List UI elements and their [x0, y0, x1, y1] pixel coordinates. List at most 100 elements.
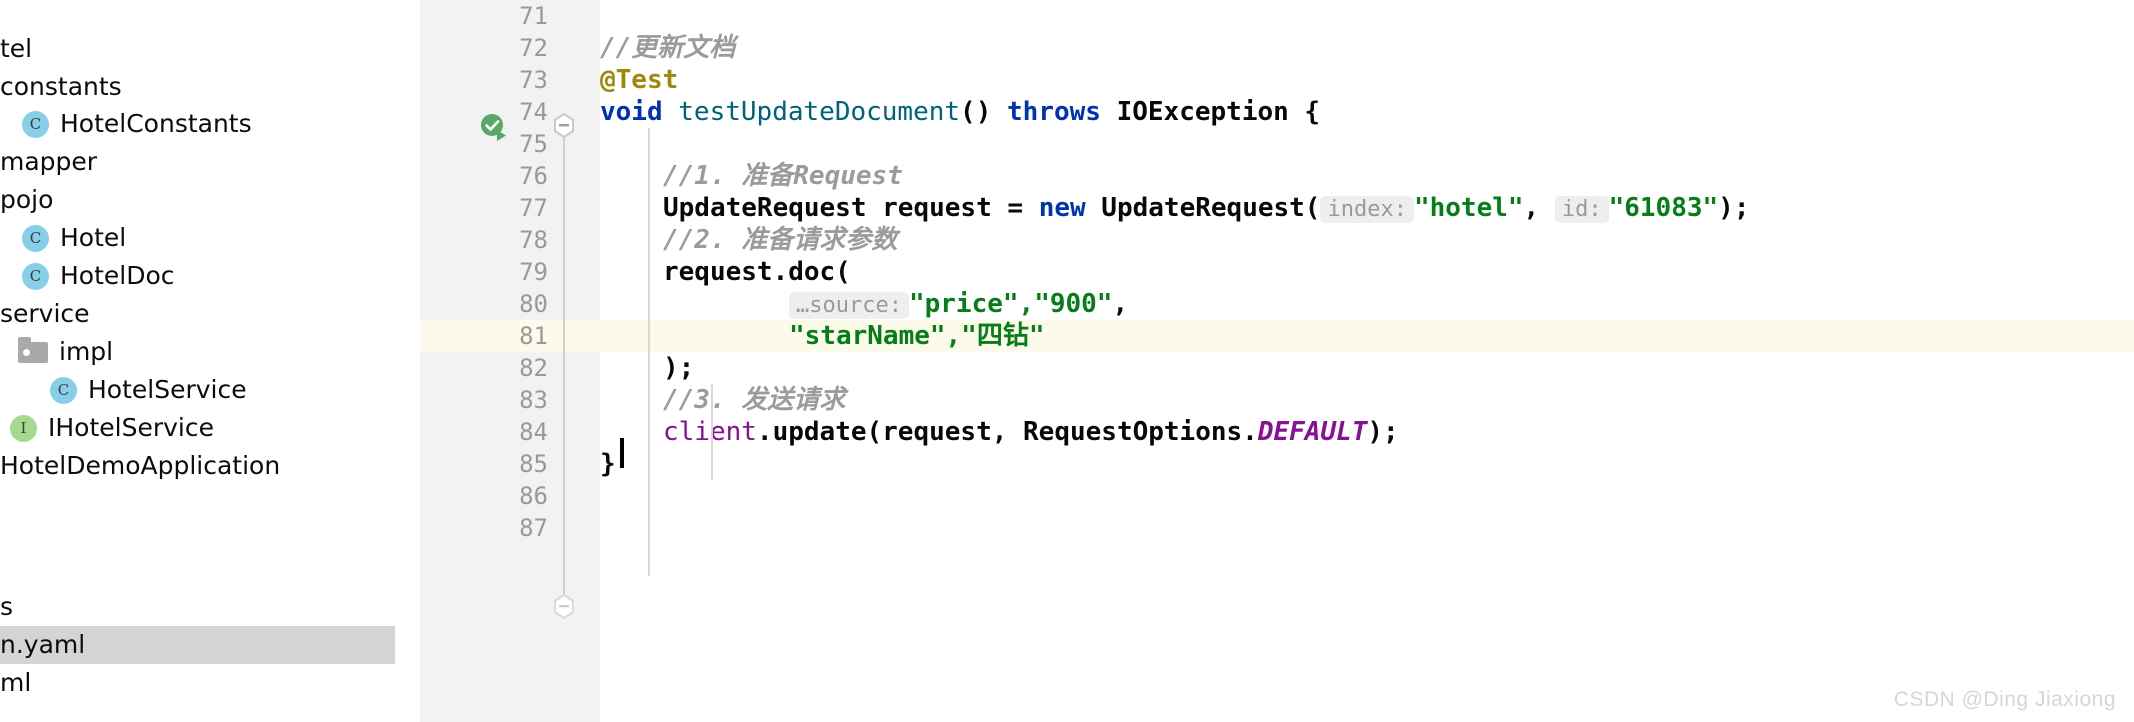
class-icon: C — [22, 262, 49, 290]
line-number[interactable]: 81 — [420, 320, 548, 352]
line-number[interactable]: 80 — [420, 288, 548, 320]
tree-item[interactable]: service — [0, 295, 90, 333]
line-number[interactable]: 87 — [420, 512, 548, 544]
inline-parameter-hint: index: — [1320, 196, 1414, 223]
code-line[interactable]: request.doc( — [600, 256, 851, 288]
tree-item-label: constants — [0, 72, 122, 101]
tree-item[interactable]: constants — [0, 68, 122, 106]
tree-item[interactable]: n.yaml — [0, 626, 395, 664]
code-token: "hotel" — [1413, 193, 1524, 223]
tree-item[interactable]: s — [0, 588, 13, 626]
code-token: } — [600, 449, 616, 479]
inline-parameter-hint: id: — [1554, 196, 1609, 223]
code-line[interactable]: "starName","四钻" — [600, 320, 1045, 352]
line-number[interactable]: 84 — [420, 416, 548, 448]
tree-item-label: IHotelService — [48, 413, 214, 442]
line-number[interactable]: 78 — [420, 224, 548, 256]
run-test-icon[interactable] — [478, 111, 512, 145]
tree-item-label: mapper — [0, 147, 98, 176]
code-token: "starName","四钻" — [789, 321, 1045, 351]
code-token: "price","900" — [908, 289, 1113, 319]
code-line[interactable]: UpdateRequest request = new UpdateReques… — [600, 192, 1749, 226]
code-line[interactable]: //更新文档 — [600, 32, 735, 64]
tree-item[interactable]: C HotelConstants — [0, 105, 252, 143]
line-number[interactable]: 72 — [420, 32, 548, 64]
line-number[interactable]: 71 — [420, 0, 548, 32]
code-line[interactable]: } — [600, 448, 616, 480]
class-icon: C — [22, 224, 49, 252]
tree-item[interactable]: C HotelDoc — [0, 257, 175, 295]
editor-line-band — [420, 512, 2134, 544]
code-token: new — [1038, 193, 1086, 223]
code-token: //更新文档 — [600, 33, 736, 63]
fold-region-line — [563, 118, 565, 598]
tree-item-label: ml — [0, 668, 32, 697]
editor-line-band — [420, 448, 2134, 480]
tree-item[interactable]: ml — [0, 664, 31, 702]
tree-item-label: HotelConstants — [60, 109, 252, 138]
code-token: testUpdateDocument — [678, 97, 961, 127]
code-token: () — [960, 97, 1008, 127]
tree-item-label: HotelDoc — [60, 261, 175, 290]
code-token: ); — [1367, 417, 1399, 447]
code-line[interactable]: @Test — [600, 64, 678, 96]
tree-item-label: HotelService — [88, 375, 247, 404]
code-token: client — [663, 417, 757, 447]
code-line[interactable]: //1. 准备Request — [600, 160, 903, 192]
code-token: , — [1523, 193, 1555, 223]
line-number[interactable]: 76 — [420, 160, 548, 192]
editor-line-band — [420, 480, 2134, 512]
line-number[interactable]: 73 — [420, 64, 548, 96]
code-token: IOException { — [1100, 97, 1321, 127]
tree-item-label: impl — [59, 337, 114, 366]
folder-icon — [18, 336, 48, 363]
code-token: DEFAULT — [1257, 417, 1368, 447]
class-icon: C — [50, 376, 77, 404]
code-token: request.doc( — [663, 257, 851, 287]
tree-item-label: pojo — [0, 185, 54, 214]
tree-item-label: n.yaml — [0, 630, 86, 659]
code-line[interactable]: //3. 发送请求 — [600, 384, 845, 416]
code-line[interactable]: …source: "price","900", — [600, 288, 1128, 322]
project-tree-panel[interactable]: tel constants C HotelConstants mapper pojo C Ho… — [0, 0, 395, 722]
line-number[interactable]: 79 — [420, 256, 548, 288]
tree-item[interactable]: pojo — [0, 181, 53, 219]
sidebar-scrollbar-track[interactable] — [395, 0, 814, 722]
editor-line-band — [420, 0, 2134, 32]
tree-item-label: HotelDemoApplication — [0, 451, 281, 480]
tree-item-label: tel — [0, 34, 33, 63]
inline-parameter-hint: …source: — [789, 292, 909, 319]
code-token: //2. 准备请求参数 — [663, 225, 898, 255]
code-line[interactable]: void testUpdateDocument() throws IOExcep… — [600, 96, 1320, 128]
tree-item[interactable]: C HotelService — [0, 371, 247, 409]
indent-guide — [648, 128, 650, 576]
tree-item[interactable]: tel — [0, 30, 32, 68]
code-line[interactable]: //2. 准备请求参数 — [600, 224, 897, 256]
code-token: , — [1112, 289, 1129, 319]
tree-item[interactable]: C Hotel — [0, 219, 126, 257]
line-number[interactable]: 85 — [420, 448, 548, 480]
code-token: ); — [663, 353, 695, 383]
interface-icon: I — [10, 414, 37, 442]
line-number[interactable]: 82 — [420, 352, 548, 384]
line-number[interactable]: 86 — [420, 480, 548, 512]
code-editor[interactable]: 71 72//更新文档 73 @Test 74 void testUpdateDocume… — [420, 0, 2134, 722]
text-caret — [620, 438, 624, 468]
fold-collapse-end-icon[interactable] — [553, 594, 575, 620]
tree-item[interactable]: impl — [0, 333, 113, 371]
code-token: UpdateRequest( — [1085, 193, 1321, 223]
tree-item[interactable]: I IHotelService — [0, 409, 214, 447]
line-number[interactable]: 83 — [420, 384, 548, 416]
code-line[interactable]: client.update(request, RequestOptions.DE… — [600, 416, 1399, 448]
code-token: .update(request, RequestOptions. — [756, 417, 1258, 447]
code-token: //3. 发送请求 — [663, 385, 846, 415]
tree-item[interactable]: HotelDemoApplication — [0, 447, 280, 485]
code-token: "61083" — [1608, 193, 1719, 223]
code-token: @Test — [600, 65, 679, 95]
line-number[interactable]: 77 — [420, 192, 548, 224]
fold-collapse-icon[interactable] — [553, 113, 575, 139]
tree-item-label: Hotel — [60, 223, 127, 252]
tree-item-label: s — [0, 592, 14, 621]
tree-item[interactable]: mapper — [0, 143, 97, 181]
